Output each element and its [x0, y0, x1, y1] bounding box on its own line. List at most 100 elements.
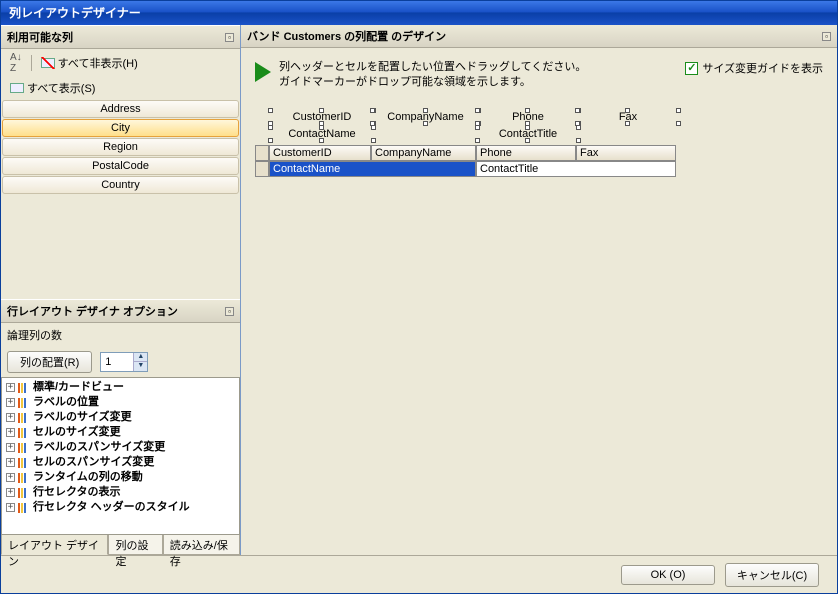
layout-grid-row: ContactNameContactTitle: [255, 161, 823, 177]
resize-handle[interactable]: [423, 121, 428, 126]
layout-cell[interactable]: Fax: [576, 145, 676, 161]
instruction-row: 列ヘッダーとセルを配置したい位置へドラッグしてください。 ガイドマーカーがドロッ…: [241, 48, 837, 103]
resize-handle[interactable]: [371, 125, 376, 130]
expand-icon[interactable]: +: [6, 458, 15, 467]
left-tab[interactable]: 読み込み/保存: [163, 535, 240, 555]
logical-cols-label: 論理列の数: [7, 327, 62, 343]
logical-cols-spinner[interactable]: ▲ ▼: [100, 352, 148, 372]
expand-icon[interactable]: +: [6, 428, 15, 437]
tree-item-label: ラベルの位置: [33, 395, 99, 410]
expand-icon[interactable]: +: [6, 383, 15, 392]
layout-cell[interactable]: CustomerID: [269, 145, 371, 161]
tree-node-icon: [18, 383, 30, 393]
hide-all-button[interactable]: すべて非表示(H): [38, 54, 141, 72]
layout-cell[interactable]: ContactTitle: [476, 161, 676, 177]
tree-item[interactable]: +行セレクタ ヘッダーのスタイル: [4, 500, 237, 515]
available-column-item[interactable]: Country: [2, 176, 239, 194]
options-tree: +標準/カードビュー+ラベルの位置+ラベルのサイズ変更+セルのサイズ変更+ラベル…: [1, 377, 240, 535]
left-tab[interactable]: 列の設定: [108, 535, 162, 555]
tree-node-icon: [18, 413, 30, 423]
expand-icon[interactable]: +: [6, 488, 15, 497]
pin-icon[interactable]: ▫: [225, 33, 234, 42]
tree-item[interactable]: +ラベルのサイズ変更: [4, 410, 237, 425]
available-column-item[interactable]: Region: [2, 138, 239, 156]
layout-cell[interactable]: CompanyName: [371, 145, 476, 161]
design-surface[interactable]: CustomerIDCompanyNamePhoneFaxContactName…: [255, 111, 823, 211]
layout-cell[interactable]: ContactName: [269, 161, 476, 177]
resize-handle[interactable]: [625, 108, 630, 113]
guide-checkbox-wrap[interactable]: ✓ サイズ変更ガイドを表示: [685, 60, 823, 76]
column-header-label[interactable]: Phone: [478, 111, 578, 123]
resize-handle[interactable]: [575, 108, 580, 113]
resize-handle[interactable]: [525, 125, 530, 130]
tree-item[interactable]: +セルのスパンサイズ変更: [4, 455, 237, 470]
resize-handle[interactable]: [525, 138, 530, 143]
sort-icon: A↓Z: [10, 52, 22, 74]
column-header-label[interactable]: ContactTitle: [478, 128, 578, 140]
options-header: 行レイアウト デザイナ オプション ▫: [1, 299, 240, 323]
tree-item[interactable]: +ランタイムの列の移動: [4, 470, 237, 485]
resize-handle[interactable]: [475, 108, 480, 113]
column-header-label[interactable]: CompanyName: [373, 111, 478, 123]
sort-button[interactable]: A↓Z: [7, 51, 25, 75]
resize-handle[interactable]: [576, 125, 581, 130]
resize-handle[interactable]: [475, 138, 480, 143]
hide-all-label: すべて非表示(H): [58, 55, 138, 71]
resize-handle[interactable]: [268, 125, 273, 130]
spinner-up-icon[interactable]: ▲: [133, 353, 147, 362]
tree-item[interactable]: + 行セレクタの表示: [4, 485, 237, 500]
tree-item[interactable]: +ラベルのスパンサイズ変更: [4, 440, 237, 455]
spinner-down-icon[interactable]: ▼: [133, 362, 147, 371]
floating-header-labels: CustomerIDCompanyNamePhoneFax ContactName…: [255, 111, 823, 145]
available-column-item[interactable]: PostalCode: [2, 157, 239, 175]
column-header-label[interactable]: Fax: [578, 111, 678, 123]
expand-icon[interactable]: +: [6, 443, 15, 452]
resize-handle[interactable]: [268, 108, 273, 113]
column-header-label[interactable]: CustomerID: [271, 111, 373, 123]
resize-handle[interactable]: [268, 138, 273, 143]
layout-grid[interactable]: CustomerIDCompanyNamePhoneFaxContactName…: [255, 145, 823, 177]
layout-cell[interactable]: Phone: [476, 145, 576, 161]
resize-handle[interactable]: [319, 108, 324, 113]
resize-handle[interactable]: [525, 108, 530, 113]
expand-icon[interactable]: +: [6, 398, 15, 407]
dialog-window: 列レイアウトデザイナー 利用可能な列 ▫ A↓Z すべて非表示(H) すべて表示…: [0, 0, 838, 594]
arrange-columns-button[interactable]: 列の配置(R): [7, 351, 92, 373]
available-columns-header: 利用可能な列 ▫: [1, 25, 240, 49]
layout-grid-row: CustomerIDCompanyNamePhoneFax: [255, 145, 823, 161]
instruction-line1: 列ヘッダーとセルを配置したい位置へドラッグしてください。: [279, 60, 677, 75]
resize-handle[interactable]: [625, 121, 630, 126]
expand-icon[interactable]: +: [6, 473, 15, 482]
resize-handle[interactable]: [370, 108, 375, 113]
resize-handle[interactable]: [423, 108, 428, 113]
available-column-item[interactable]: Address: [2, 100, 239, 118]
instruction-line2: ガイドマーカーがドロップ可能な領域を示します。: [279, 75, 677, 90]
tree-item[interactable]: +セルのサイズ変更: [4, 425, 237, 440]
logical-cols-input[interactable]: [101, 353, 133, 371]
cancel-button[interactable]: キャンセル(C): [725, 563, 819, 587]
ok-button[interactable]: OK (O): [621, 565, 715, 585]
column-header-label[interactable]: ContactName: [271, 128, 373, 140]
content-area: 利用可能な列 ▫ A↓Z すべて非表示(H) すべて表示(S) AddressC…: [1, 25, 837, 555]
pin-icon[interactable]: ▫: [225, 307, 234, 316]
resize-handle[interactable]: [576, 138, 581, 143]
resize-handle[interactable]: [676, 121, 681, 126]
tree-item-label: 行セレクタの表示: [33, 485, 121, 500]
resize-handle[interactable]: [676, 108, 681, 113]
resize-handle[interactable]: [319, 138, 324, 143]
left-tab[interactable]: レイアウト デザイン: [1, 535, 108, 555]
pin-icon[interactable]: ▫: [822, 32, 831, 41]
play-icon: [255, 62, 271, 82]
expand-icon[interactable]: +: [6, 503, 15, 512]
row-selector[interactable]: [255, 161, 269, 177]
resize-handle[interactable]: [371, 138, 376, 143]
show-all-button[interactable]: すべて表示(S): [7, 79, 98, 97]
available-column-item[interactable]: City: [2, 119, 239, 137]
resize-handle[interactable]: [319, 125, 324, 130]
row-selector[interactable]: [255, 145, 269, 161]
tree-item[interactable]: +標準/カードビュー: [4, 380, 237, 395]
tree-item[interactable]: + ラベルの位置: [4, 395, 237, 410]
hide-columns-icon: [41, 58, 55, 68]
expand-icon[interactable]: +: [6, 413, 15, 422]
resize-handle[interactable]: [475, 125, 480, 130]
